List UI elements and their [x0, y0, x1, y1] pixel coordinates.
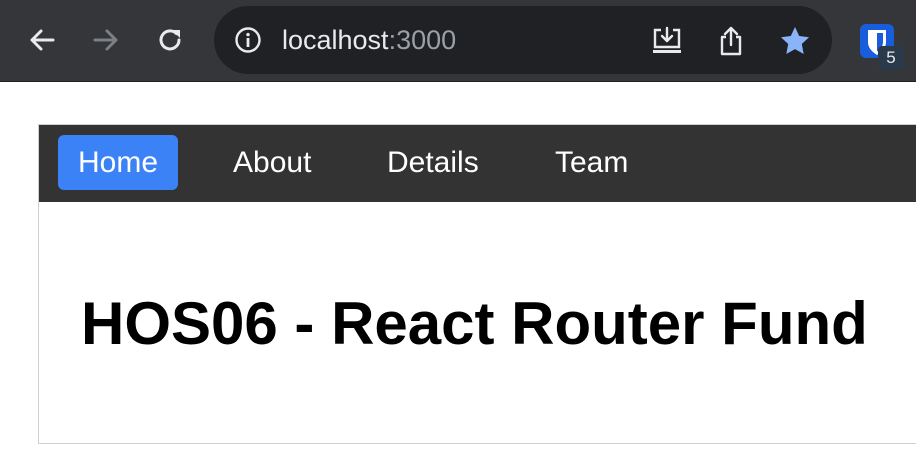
forward-icon — [93, 29, 118, 51]
page-title: HOS06 - React Router Fund — [81, 290, 868, 357]
reload-button[interactable] — [150, 20, 190, 60]
address-bar[interactable]: localhost:3000 — [214, 6, 832, 74]
share-button[interactable] — [714, 24, 748, 58]
nav-team-link[interactable]: Team — [535, 135, 648, 190]
app-navbar: Home About Details Team — [39, 125, 916, 202]
reload-icon — [159, 29, 181, 51]
nav-home-link[interactable]: Home — [58, 135, 179, 190]
bookmark-star-icon — [781, 27, 809, 54]
install-icon — [653, 26, 681, 53]
app-container: Home About Details Team HOS06 - React Ro… — [38, 124, 916, 444]
address-url[interactable]: localhost:3000 — [282, 24, 456, 56]
nav-about-link[interactable]: About — [213, 135, 331, 190]
nav-details-link[interactable]: Details — [367, 135, 499, 190]
share-icon — [720, 26, 742, 56]
address-port: :3000 — [388, 25, 457, 55]
back-button[interactable] — [22, 20, 62, 60]
install-button[interactable] — [650, 24, 684, 58]
forward-button[interactable] — [86, 20, 126, 60]
bookmark-button[interactable] — [778, 24, 812, 58]
info-icon[interactable] — [234, 26, 262, 54]
back-icon — [30, 29, 55, 51]
extension-badge: 5 — [878, 46, 904, 70]
browser-toolbar: localhost:3000 5 — [0, 0, 916, 82]
address-host: localhost — [282, 25, 389, 55]
